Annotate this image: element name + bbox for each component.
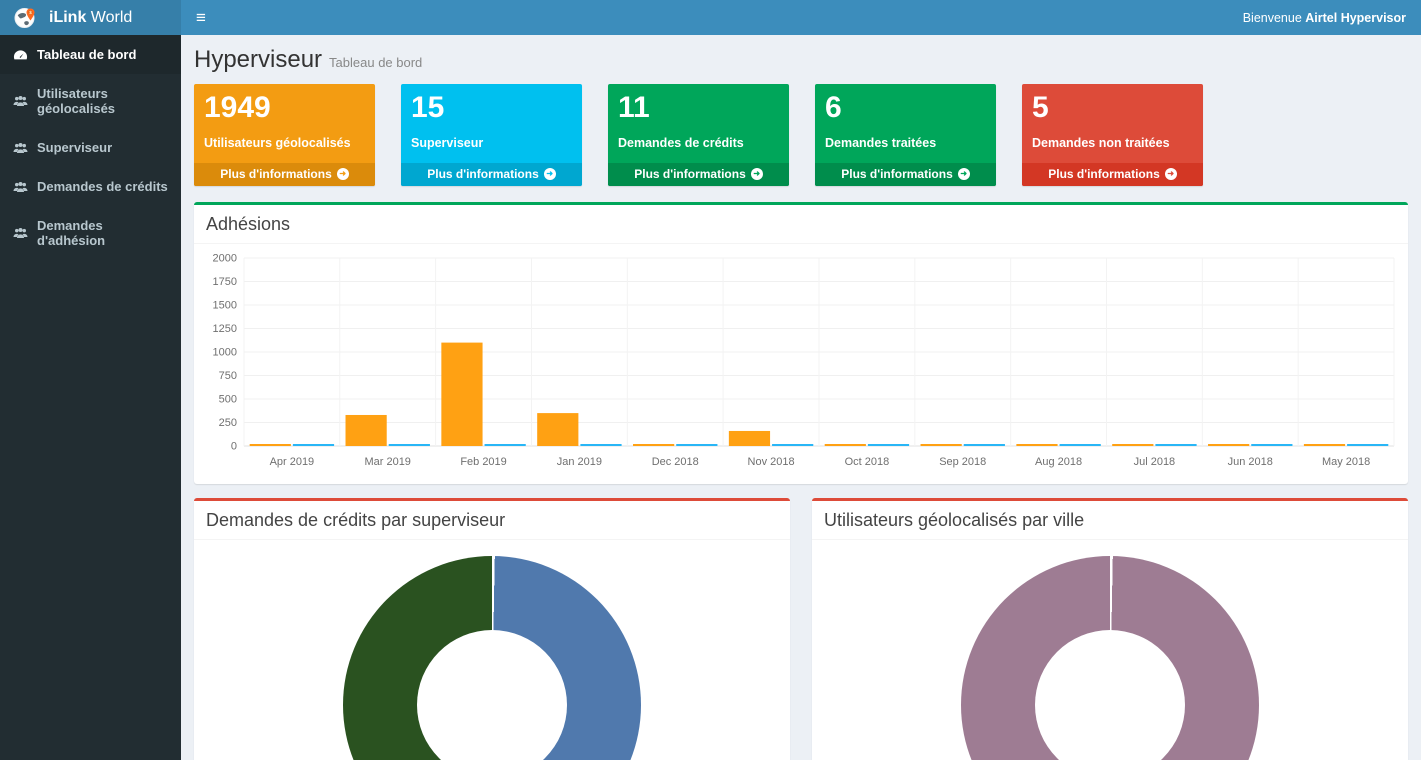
svg-text:May 2018: May 2018	[1322, 456, 1370, 468]
adhesions-bar-chart: 0 250 500 750 1000 1250 1500 1750 2000 Apr 2019 Ma…	[206, 252, 1396, 474]
svg-text:2000: 2000	[213, 252, 237, 264]
box-title: Adhésions	[206, 214, 1396, 235]
box-header: Utilisateurs géolocalisés par ville	[812, 501, 1408, 540]
svg-text:1750: 1750	[213, 276, 237, 288]
svg-text:Jun 2018: Jun 2018	[1228, 456, 1273, 468]
sidebar-item-demandes-adhesion[interactable]: Demandes d'adhésion	[0, 206, 181, 260]
users-icon	[13, 94, 28, 108]
svg-text:Jan 2019: Jan 2019	[557, 456, 602, 468]
more-info-label: Plus d'informations	[841, 167, 953, 181]
svg-text:Aug 2018: Aug 2018	[1035, 456, 1082, 468]
sidebar-item-demandes-de-credits[interactable]: Demandes de crédits	[0, 167, 181, 206]
info-box-label: Utilisateurs géolocalisés	[204, 136, 365, 150]
app-root: $ iLink World Tableau de bord Utilisa	[0, 0, 1421, 760]
info-box-demandes-traitees: 6 Demandes traitées Plus d'informations ➜	[815, 84, 996, 186]
sidebar-item-label: Superviseur	[37, 140, 112, 155]
credits-pie-box: Demandes de crédits par superviseur	[194, 498, 790, 760]
donut-hole	[1035, 630, 1185, 760]
svg-text:Nov 2018: Nov 2018	[748, 456, 795, 468]
info-box-demandes-de-credits: 11 Demandes de crédits Plus d'informatio…	[608, 84, 789, 186]
adhesions-box: Adhésions 0 250 500 750 1000 1250 1500 1750 2000…	[194, 202, 1408, 484]
top-navbar: ≡ Bienvenue Airtel Hypervisor	[181, 0, 1421, 35]
info-box-value: 5	[1032, 91, 1193, 124]
info-box-label: Superviseur	[411, 136, 572, 150]
arrow-circle-icon: ➜	[958, 168, 970, 180]
box-title: Demandes de crédits par superviseur	[206, 510, 778, 531]
svg-text:$: $	[29, 10, 32, 15]
info-box-demandes-non-traitees: 5 Demandes non traitées Plus d'informati…	[1022, 84, 1203, 186]
svg-text:Sep 2018: Sep 2018	[939, 456, 986, 468]
info-box-label: Demandes de crédits	[618, 136, 779, 150]
box-header: Demandes de crédits par superviseur	[194, 501, 790, 540]
page-title: Hyperviseur	[194, 46, 322, 73]
brand-logo[interactable]: $ iLink World	[0, 0, 181, 35]
arrow-circle-icon: ➜	[337, 168, 349, 180]
svg-text:Oct 2018: Oct 2018	[845, 456, 890, 468]
users-donut-chart	[961, 556, 1259, 760]
sidebar-item-label: Demandes d'adhésion	[37, 218, 168, 248]
arrow-circle-icon: ➜	[544, 168, 556, 180]
more-info-label: Plus d'informations	[1048, 167, 1160, 181]
svg-text:1500: 1500	[213, 299, 237, 311]
svg-text:750: 750	[219, 370, 237, 382]
sidebar-toggle-button[interactable]: ≡	[196, 9, 206, 26]
users-pie-box: Utilisateurs géolocalisés par ville	[812, 498, 1408, 760]
svg-text:500: 500	[219, 393, 237, 405]
info-box-value: 1949	[204, 91, 365, 124]
more-info-link[interactable]: Plus d'informations ➜	[401, 163, 582, 186]
svg-text:Mar 2019: Mar 2019	[365, 456, 411, 468]
sidebar-menu: Tableau de bord Utilisateurs géolocalisé…	[0, 35, 181, 260]
svg-text:0: 0	[231, 440, 237, 452]
box-title: Utilisateurs géolocalisés par ville	[824, 510, 1396, 531]
credits-donut-chart	[343, 556, 641, 760]
info-box-label: Demandes non traitées	[1032, 136, 1193, 150]
svg-text:Jul 2018: Jul 2018	[1134, 456, 1176, 468]
users-icon	[13, 141, 28, 155]
sidebar-item-tableau-de-bord[interactable]: Tableau de bord	[0, 35, 181, 74]
svg-text:1000: 1000	[213, 346, 237, 358]
sidebar-item-superviseur[interactable]: Superviseur	[0, 128, 181, 167]
info-box-value: 11	[618, 91, 779, 124]
arrow-circle-icon: ➜	[1165, 168, 1177, 180]
svg-text:Dec 2018: Dec 2018	[652, 456, 699, 468]
page-header: Hyperviseur Tableau de bord	[194, 46, 1408, 74]
svg-text:Feb 2019: Feb 2019	[460, 456, 506, 468]
main-area: ≡ Bienvenue Airtel Hypervisor Hyperviseu…	[181, 0, 1421, 760]
more-info-link[interactable]: Plus d'informations ➜	[815, 163, 996, 186]
sidebar: $ iLink World Tableau de bord Utilisa	[0, 0, 181, 760]
more-info-link[interactable]: Plus d'informations ➜	[194, 163, 375, 186]
sidebar-item-label: Tableau de bord	[37, 47, 136, 62]
info-box-label: Demandes traitées	[825, 136, 986, 150]
dashboard-icon	[13, 48, 28, 62]
content: Hyperviseur Tableau de bord 1949 Utilisat…	[181, 35, 1421, 760]
sidebar-item-label: Utilisateurs géolocalisés	[37, 86, 168, 116]
more-info-label: Plus d'informations	[634, 167, 746, 181]
users-icon	[13, 180, 28, 194]
info-box-value: 6	[825, 91, 986, 124]
info-box-superviseur: 15 Superviseur Plus d'informations ➜	[401, 84, 582, 186]
users-icon	[13, 226, 28, 240]
globe-pin-icon: $	[12, 4, 39, 31]
svg-text:1250: 1250	[213, 323, 237, 335]
more-info-link[interactable]: Plus d'informations ➜	[1022, 163, 1203, 186]
info-box-row: 1949 Utilisateurs géolocalisés Plus d'in…	[194, 84, 1408, 186]
arrow-circle-icon: ➜	[751, 168, 763, 180]
more-info-label: Plus d'informations	[220, 167, 332, 181]
box-header: Adhésions	[194, 205, 1408, 244]
donut-hole	[417, 630, 567, 760]
page-subtitle: Tableau de bord	[329, 55, 422, 70]
sidebar-item-label: Demandes de crédits	[37, 179, 168, 194]
info-box-utilisateurs-geolocalises: 1949 Utilisateurs géolocalisés Plus d'in…	[194, 84, 375, 186]
welcome-message: Bienvenue Airtel Hypervisor	[1243, 11, 1406, 25]
more-info-link[interactable]: Plus d'informations ➜	[608, 163, 789, 186]
brand-name: iLink World	[49, 9, 132, 27]
more-info-label: Plus d'informations	[427, 167, 539, 181]
svg-text:250: 250	[219, 417, 237, 429]
sidebar-item-utilisateurs-geolocalises[interactable]: Utilisateurs géolocalisés	[0, 74, 181, 128]
charts-row: Demandes de crédits par superviseur Util…	[194, 498, 1408, 760]
info-box-value: 15	[411, 91, 572, 124]
svg-text:Apr 2019: Apr 2019	[270, 456, 315, 468]
